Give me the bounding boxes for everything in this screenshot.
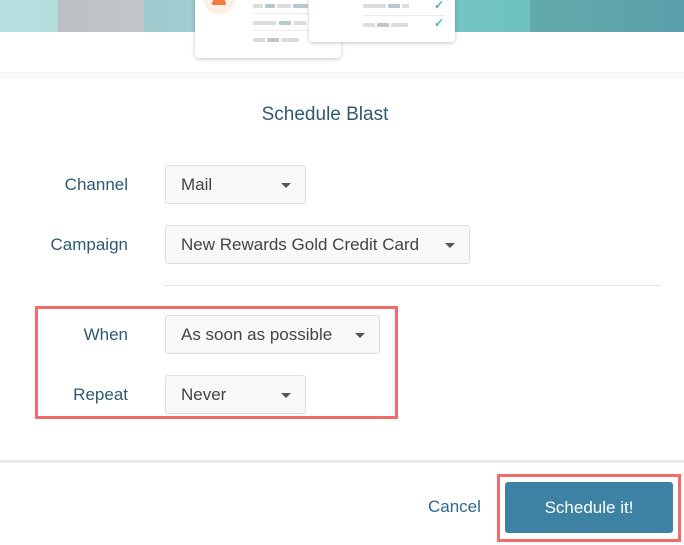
card-separator xyxy=(363,15,445,16)
caret-down-icon xyxy=(281,393,291,398)
channel-select[interactable]: Mail xyxy=(165,165,306,204)
placeholder-line xyxy=(253,38,265,42)
check-icon: ✓ xyxy=(434,0,445,12)
banner-segment xyxy=(0,0,58,32)
placeholder-line xyxy=(402,4,409,8)
placeholder-line xyxy=(293,4,308,8)
placeholder-line xyxy=(253,4,263,8)
repeat-select[interactable]: Never xyxy=(165,375,306,414)
placeholder-line xyxy=(265,4,275,8)
when-label: When xyxy=(83,325,128,344)
illustration-card-checklist: ✓ ✓ xyxy=(309,0,455,42)
repeat-select-value: Never xyxy=(181,384,227,404)
banner-segment xyxy=(58,0,144,32)
placeholder-line xyxy=(281,38,299,42)
caret-down-icon xyxy=(355,333,365,338)
channel-select-value: Mail xyxy=(181,174,213,194)
footer-divider xyxy=(0,460,684,463)
placeholder-line xyxy=(388,4,400,8)
cancel-button[interactable]: Cancel xyxy=(428,497,481,517)
placeholder-line xyxy=(377,23,389,27)
placeholder-line xyxy=(277,4,291,8)
placeholder-line xyxy=(294,21,306,25)
when-select-value: As soon as possible xyxy=(181,324,333,344)
dialog-title: Schedule Blast xyxy=(261,104,389,125)
campaign-label: Campaign xyxy=(50,235,129,254)
placeholder-line xyxy=(267,38,279,42)
campaign-select-value: New Rewards Gold Credit Card xyxy=(181,234,420,254)
placeholder-line xyxy=(363,23,375,27)
channel-label: Channel xyxy=(64,175,128,194)
placeholder-line xyxy=(363,4,386,8)
caret-down-icon xyxy=(281,183,291,188)
banner-segment xyxy=(530,0,684,32)
caret-down-icon xyxy=(445,243,455,248)
schedule-it-button[interactable]: Schedule it! xyxy=(505,482,673,533)
when-select[interactable]: As soon as possible xyxy=(165,315,380,354)
form-divider xyxy=(165,285,661,286)
placeholder-line xyxy=(253,21,276,25)
check-icon: ✓ xyxy=(434,16,445,30)
person-avatar-icon xyxy=(203,0,235,14)
person-icon xyxy=(212,0,226,5)
repeat-label: Repeat xyxy=(73,385,128,404)
placeholder-line xyxy=(279,21,291,25)
placeholder-line xyxy=(391,23,408,27)
header-divider xyxy=(0,72,684,79)
campaign-select[interactable]: New Rewards Gold Credit Card xyxy=(165,225,470,264)
